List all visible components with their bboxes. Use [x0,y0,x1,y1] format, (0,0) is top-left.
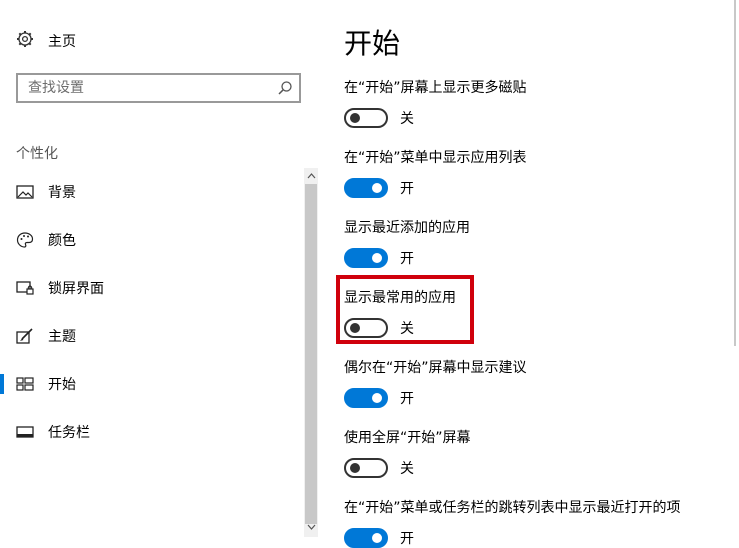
toggle-switch[interactable] [344,178,388,198]
lock-screen-icon [16,279,34,297]
scroll-down-arrow-icon[interactable] [304,519,318,535]
setting-label: 偶尔在“开始”屏幕中显示建议 [344,360,527,376]
toggle-knob [372,533,382,543]
sidebar-item-taskbar[interactable]: 任务栏 [0,412,300,452]
toggle-state: 开 [400,391,414,407]
section-label: 个性化 [16,146,58,162]
sidebar-item-colors[interactable]: 颜色 [0,220,300,260]
toggle-state: 关 [400,111,414,127]
search-box[interactable] [16,73,301,103]
image-icon [16,183,34,201]
toggle-knob [372,253,382,263]
toggle-switch[interactable] [344,108,388,128]
setting-label: 在“开始”屏幕上显示更多磁贴 [344,80,527,96]
toggle-switch[interactable] [344,388,388,408]
sidebar-item-background[interactable]: 背景 [0,172,300,212]
theme-brush-icon [16,327,34,345]
main-content: 开始 在“开始”屏幕上显示更多磁贴 关 在“开始”菜单中显示应用列表 开 显示最… [320,0,739,548]
highlight-box [336,275,474,344]
setting-more-tiles: 在“开始”屏幕上显示更多磁贴 关 [344,78,724,128]
sidebar-item-label: 开始 [48,377,76,393]
active-indicator [0,374,4,394]
toggle-switch[interactable] [344,248,388,268]
gear-icon [16,30,48,52]
page-title: 开始 [344,27,401,60]
setting-recent-items: 在“开始”菜单或任务栏的跳转列表中显示最近打开的项 开 [344,498,724,548]
setting-recently-added: 显示最近添加的应用 开 [344,218,724,268]
taskbar-icon [16,423,34,441]
setting-app-list: 在“开始”菜单中显示应用列表 开 [344,148,724,198]
toggle-state: 开 [400,251,414,267]
sidebar-item-label: 颜色 [48,233,76,249]
sidebar-item-themes[interactable]: 主题 [0,316,300,356]
sidebar-item-lock-screen[interactable]: 锁屏界面 [0,268,300,308]
scrollbar-thumb[interactable] [305,184,317,524]
search-icon[interactable] [277,80,293,100]
toggle-knob [372,393,382,403]
search-input[interactable] [18,75,268,101]
sidebar-item-label: 背景 [48,185,76,201]
toggle-knob [350,113,360,123]
setting-label: 在“开始”菜单中显示应用列表 [344,150,527,166]
setting-label: 显示最近添加的应用 [344,220,470,236]
window-scrollbar[interactable] [734,0,736,346]
scroll-up-arrow-icon[interactable] [304,168,318,184]
sidebar-scrollbar[interactable] [304,168,318,537]
toggle-state: 开 [400,531,414,547]
setting-label: 在“开始”菜单或任务栏的跳转列表中显示最近打开的项 [344,500,681,516]
toggle-switch[interactable] [344,458,388,478]
toggle-switch[interactable] [344,528,388,548]
toggle-state: 开 [400,181,414,197]
setting-suggestions: 偶尔在“开始”屏幕中显示建议 开 [344,358,724,408]
toggle-knob [350,463,360,473]
sidebar-item-label: 主题 [48,329,76,345]
toggle-knob [372,183,382,193]
sidebar-item-label: 锁屏界面 [48,281,104,297]
setting-label: 使用全屏“开始”屏幕 [344,430,471,446]
home-link[interactable]: 主页 [16,30,76,52]
home-label: 主页 [48,34,76,50]
toggle-state: 关 [400,461,414,477]
sidebar-item-label: 任务栏 [48,425,90,441]
setting-full-screen: 使用全屏“开始”屏幕 关 [344,428,724,478]
sidebar: 主页 个性化 背景 颜色 [0,0,320,537]
palette-icon [16,231,34,249]
start-grid-icon [16,375,34,393]
sidebar-item-start[interactable]: 开始 [0,364,300,404]
